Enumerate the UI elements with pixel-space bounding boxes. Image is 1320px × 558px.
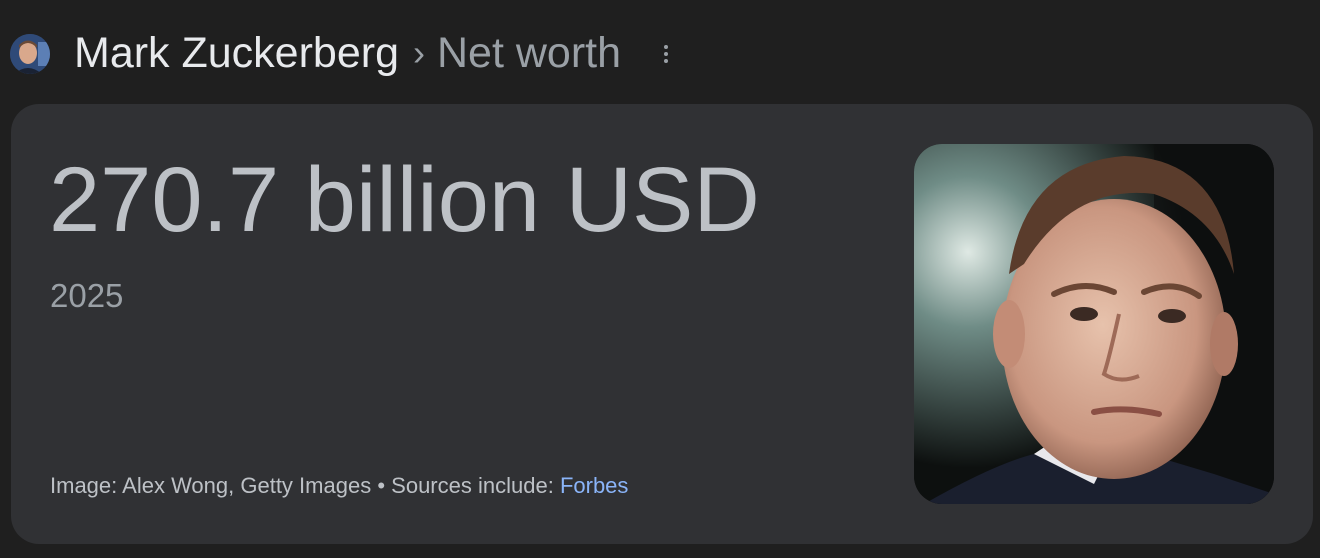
more-vert-dot — [664, 52, 668, 56]
person-photo[interactable] — [914, 144, 1274, 504]
credit-bullet: • — [377, 473, 386, 498]
sources-label: Sources include: — [391, 473, 554, 498]
source-link-forbes[interactable]: Forbes — [560, 473, 628, 498]
breadcrumb-separator: › — [412, 32, 425, 73]
person-name[interactable]: Mark Zuckerberg — [74, 29, 399, 78]
page-title: Net worth — [436, 28, 621, 77]
net-worth-value: 270.7 billion USD — [49, 149, 760, 251]
breadcrumb: Mark Zuckerberg › Net worth — [74, 26, 621, 80]
more-vert-icon — [664, 45, 668, 49]
portrait-image — [914, 144, 1274, 504]
source-credit: Image: Alex Wong, Getty Images • Sources… — [50, 470, 628, 502]
more-options-button[interactable] — [650, 34, 682, 74]
more-vert-dot — [664, 59, 668, 63]
header: Mark Zuckerberg › Net worth — [0, 0, 1320, 104]
net-worth-card: 270.7 billion USD 2025 Image: Alex Wong,… — [11, 104, 1313, 544]
avatar[interactable] — [10, 34, 50, 74]
net-worth-year: 2025 — [50, 277, 124, 314]
image-credit: Image: Alex Wong, Getty Images — [50, 473, 372, 498]
person-avatar-icon — [10, 34, 50, 74]
